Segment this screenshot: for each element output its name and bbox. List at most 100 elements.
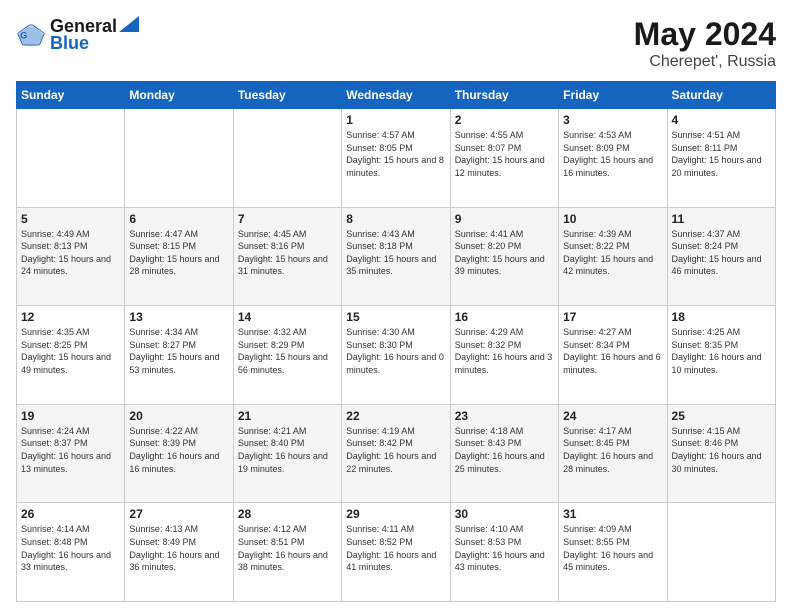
day-number: 19 bbox=[21, 409, 120, 423]
day-number: 26 bbox=[21, 507, 120, 521]
day-number: 23 bbox=[455, 409, 554, 423]
cell-3-0: 19 Sunrise: 4:24 AM Sunset: 8:37 PM Dayli… bbox=[17, 404, 125, 503]
cell-info: Sunrise: 4:10 AM Sunset: 8:53 PM Dayligh… bbox=[455, 523, 554, 573]
cell-info: Sunrise: 4:18 AM Sunset: 8:43 PM Dayligh… bbox=[455, 425, 554, 475]
cell-3-5: 24 Sunrise: 4:17 AM Sunset: 8:45 PM Dayli… bbox=[559, 404, 667, 503]
cell-2-2: 14Sunrise: 4:32 AM Sunset: 8:29 PM Dayli… bbox=[233, 306, 341, 405]
day-number: 21 bbox=[238, 409, 337, 423]
cell-info: Sunrise: 4:53 AM Sunset: 8:09 PM Dayligh… bbox=[563, 129, 662, 179]
cell-0-0 bbox=[17, 109, 125, 208]
cell-info: Sunrise: 4:22 AM Sunset: 8:39 PM Dayligh… bbox=[129, 425, 228, 475]
week-row-1: 1 Sunrise: 4:57 AM Sunset: 8:05 PM Daylig… bbox=[17, 109, 776, 208]
page: G General Blue May 2024 Cherepet', Russi… bbox=[0, 0, 792, 612]
day-number: 8 bbox=[346, 212, 445, 226]
day-number: 6 bbox=[129, 212, 228, 226]
col-friday: Friday bbox=[559, 82, 667, 109]
cell-info: Sunrise: 4:29 AM Sunset: 8:32 PM Dayligh… bbox=[455, 326, 554, 376]
logo-icon: G bbox=[16, 20, 46, 50]
calendar-header-row: Sunday Monday Tuesday Wednesday Thursday… bbox=[17, 82, 776, 109]
cell-1-6: 11Sunrise: 4:37 AM Sunset: 8:24 PM Dayli… bbox=[667, 207, 775, 306]
cell-3-1: 20 Sunrise: 4:22 AM Sunset: 8:39 PM Dayli… bbox=[125, 404, 233, 503]
week-row-5: 26 Sunrise: 4:14 AM Sunset: 8:48 PM Dayli… bbox=[17, 503, 776, 602]
cell-info: Sunrise: 4:55 AM Sunset: 8:07 PM Dayligh… bbox=[455, 129, 554, 179]
cell-0-1 bbox=[125, 109, 233, 208]
day-number: 13 bbox=[129, 310, 228, 324]
cell-0-4: 2 Sunrise: 4:55 AM Sunset: 8:07 PM Daylig… bbox=[450, 109, 558, 208]
cell-3-6: 25Sunrise: 4:15 AM Sunset: 8:46 PM Dayli… bbox=[667, 404, 775, 503]
cell-info: Sunrise: 4:09 AM Sunset: 8:55 PM Dayligh… bbox=[563, 523, 662, 573]
day-number: 18 bbox=[672, 310, 771, 324]
cell-info: Sunrise: 4:35 AM Sunset: 8:25 PM Dayligh… bbox=[21, 326, 120, 376]
cell-info: Sunrise: 4:13 AM Sunset: 8:49 PM Dayligh… bbox=[129, 523, 228, 573]
day-number: 16 bbox=[455, 310, 554, 324]
cell-info: Sunrise: 4:25 AM Sunset: 8:35 PM Dayligh… bbox=[672, 326, 771, 376]
cell-2-4: 16 Sunrise: 4:29 AM Sunset: 8:32 PM Dayli… bbox=[450, 306, 558, 405]
cell-3-3: 22 Sunrise: 4:19 AM Sunset: 8:42 PM Dayli… bbox=[342, 404, 450, 503]
cell-info: Sunrise: 4:17 AM Sunset: 8:45 PM Dayligh… bbox=[563, 425, 662, 475]
cell-info: Sunrise: 4:47 AM Sunset: 8:15 PM Dayligh… bbox=[129, 228, 228, 278]
header: G General Blue May 2024 Cherepet', Russi… bbox=[16, 16, 776, 71]
day-number: 2 bbox=[455, 113, 554, 127]
cell-info: Sunrise: 4:24 AM Sunset: 8:37 PM Dayligh… bbox=[21, 425, 120, 475]
cell-info: Sunrise: 4:27 AM Sunset: 8:34 PM Dayligh… bbox=[563, 326, 662, 376]
day-number: 1 bbox=[346, 113, 445, 127]
cell-1-3: 8 Sunrise: 4:43 AM Sunset: 8:18 PM Daylig… bbox=[342, 207, 450, 306]
cell-info: Sunrise: 4:57 AM Sunset: 8:05 PM Dayligh… bbox=[346, 129, 445, 179]
svg-text:G: G bbox=[20, 30, 27, 40]
day-number: 5 bbox=[21, 212, 120, 226]
day-number: 15 bbox=[346, 310, 445, 324]
day-number: 11 bbox=[672, 212, 771, 226]
logo: G General Blue bbox=[16, 16, 139, 54]
cell-0-3: 1 Sunrise: 4:57 AM Sunset: 8:05 PM Daylig… bbox=[342, 109, 450, 208]
day-number: 9 bbox=[455, 212, 554, 226]
cell-1-1: 6 Sunrise: 4:47 AM Sunset: 8:15 PM Daylig… bbox=[125, 207, 233, 306]
cell-0-6: 4Sunrise: 4:51 AM Sunset: 8:11 PM Daylig… bbox=[667, 109, 775, 208]
logo-triangle bbox=[119, 16, 139, 32]
day-number: 10 bbox=[563, 212, 662, 226]
cell-info: Sunrise: 4:49 AM Sunset: 8:13 PM Dayligh… bbox=[21, 228, 120, 278]
cell-0-2 bbox=[233, 109, 341, 208]
cell-info: Sunrise: 4:19 AM Sunset: 8:42 PM Dayligh… bbox=[346, 425, 445, 475]
cell-info: Sunrise: 4:43 AM Sunset: 8:18 PM Dayligh… bbox=[346, 228, 445, 278]
day-number: 17 bbox=[563, 310, 662, 324]
cell-info: Sunrise: 4:30 AM Sunset: 8:30 PM Dayligh… bbox=[346, 326, 445, 376]
cell-4-1: 27Sunrise: 4:13 AM Sunset: 8:49 PM Dayli… bbox=[125, 503, 233, 602]
week-row-3: 12Sunrise: 4:35 AM Sunset: 8:25 PM Dayli… bbox=[17, 306, 776, 405]
cell-info: Sunrise: 4:34 AM Sunset: 8:27 PM Dayligh… bbox=[129, 326, 228, 376]
day-number: 31 bbox=[563, 507, 662, 521]
cell-2-3: 15 Sunrise: 4:30 AM Sunset: 8:30 PM Dayli… bbox=[342, 306, 450, 405]
cell-2-6: 18 Sunrise: 4:25 AM Sunset: 8:35 PM Dayli… bbox=[667, 306, 775, 405]
cell-info: Sunrise: 4:41 AM Sunset: 8:20 PM Dayligh… bbox=[455, 228, 554, 278]
cell-1-2: 7Sunrise: 4:45 AM Sunset: 8:16 PM Daylig… bbox=[233, 207, 341, 306]
title-block: May 2024 Cherepet', Russia bbox=[634, 16, 776, 71]
cell-info: Sunrise: 4:12 AM Sunset: 8:51 PM Dayligh… bbox=[238, 523, 337, 573]
day-number: 20 bbox=[129, 409, 228, 423]
col-wednesday: Wednesday bbox=[342, 82, 450, 109]
cell-info: Sunrise: 4:45 AM Sunset: 8:16 PM Dayligh… bbox=[238, 228, 337, 278]
day-number: 3 bbox=[563, 113, 662, 127]
month-year: May 2024 bbox=[634, 16, 776, 53]
cell-4-5: 31 Sunrise: 4:09 AM Sunset: 8:55 PM Dayli… bbox=[559, 503, 667, 602]
cell-4-0: 26 Sunrise: 4:14 AM Sunset: 8:48 PM Dayli… bbox=[17, 503, 125, 602]
day-number: 22 bbox=[346, 409, 445, 423]
cell-info: Sunrise: 4:39 AM Sunset: 8:22 PM Dayligh… bbox=[563, 228, 662, 278]
col-thursday: Thursday bbox=[450, 82, 558, 109]
col-sunday: Sunday bbox=[17, 82, 125, 109]
cell-info: Sunrise: 4:14 AM Sunset: 8:48 PM Dayligh… bbox=[21, 523, 120, 573]
cell-4-6 bbox=[667, 503, 775, 602]
week-row-2: 5 Sunrise: 4:49 AM Sunset: 8:13 PM Daylig… bbox=[17, 207, 776, 306]
week-row-4: 19 Sunrise: 4:24 AM Sunset: 8:37 PM Dayli… bbox=[17, 404, 776, 503]
cell-3-4: 23 Sunrise: 4:18 AM Sunset: 8:43 PM Dayli… bbox=[450, 404, 558, 503]
cell-3-2: 21Sunrise: 4:21 AM Sunset: 8:40 PM Dayli… bbox=[233, 404, 341, 503]
day-number: 30 bbox=[455, 507, 554, 521]
cell-4-4: 30 Sunrise: 4:10 AM Sunset: 8:53 PM Dayli… bbox=[450, 503, 558, 602]
day-number: 24 bbox=[563, 409, 662, 423]
cell-info: Sunrise: 4:32 AM Sunset: 8:29 PM Dayligh… bbox=[238, 326, 337, 376]
cell-4-3: 29Sunrise: 4:11 AM Sunset: 8:52 PM Dayli… bbox=[342, 503, 450, 602]
cell-1-4: 9 Sunrise: 4:41 AM Sunset: 8:20 PM Daylig… bbox=[450, 207, 558, 306]
cell-info: Sunrise: 4:11 AM Sunset: 8:52 PM Dayligh… bbox=[346, 523, 445, 573]
cell-1-0: 5 Sunrise: 4:49 AM Sunset: 8:13 PM Daylig… bbox=[17, 207, 125, 306]
cell-info: Sunrise: 4:15 AM Sunset: 8:46 PM Dayligh… bbox=[672, 425, 771, 475]
cell-4-2: 28Sunrise: 4:12 AM Sunset: 8:51 PM Dayli… bbox=[233, 503, 341, 602]
calendar-table: Sunday Monday Tuesday Wednesday Thursday… bbox=[16, 81, 776, 602]
